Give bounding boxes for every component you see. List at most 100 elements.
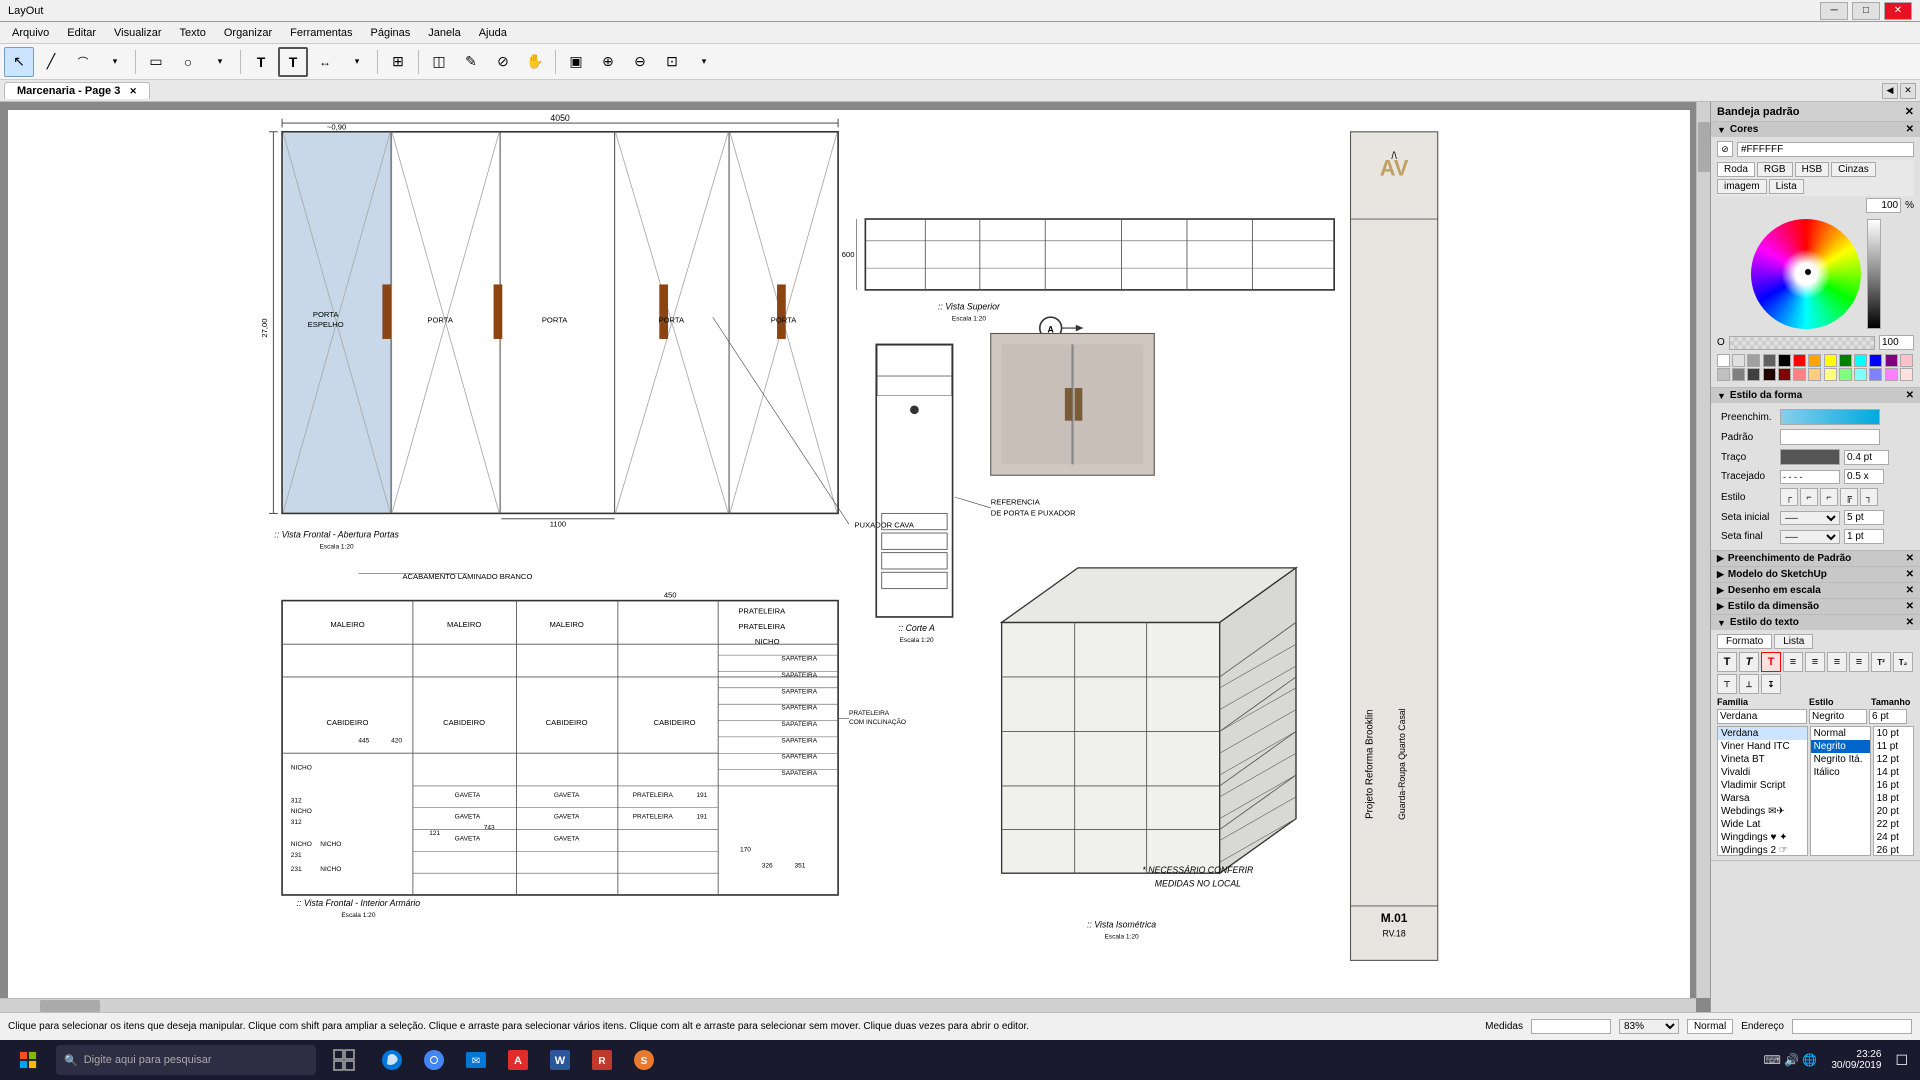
tab-roda[interactable]: Roda (1717, 162, 1755, 177)
taskbar-edge[interactable] (372, 1040, 412, 1080)
toolbar-more[interactable]: ▾ (689, 47, 719, 77)
text-tool[interactable]: T (246, 47, 276, 77)
paint-tool[interactable]: ✎ (456, 47, 486, 77)
rectangle-tool[interactable]: ▭ (141, 47, 171, 77)
style-icon-4[interactable]: ╔ (1840, 488, 1858, 506)
opacity-percentage[interactable] (1866, 198, 1901, 213)
swatch-r3[interactable] (1732, 368, 1745, 381)
preenchimento-padrao-header[interactable]: ▶ Preenchimento de Padrão ✕ (1711, 551, 1920, 566)
swatch-r2[interactable] (1717, 368, 1730, 381)
swatch-red[interactable] (1793, 354, 1806, 367)
font-warsa[interactable]: Warsa (1718, 792, 1807, 805)
size-20[interactable]: 20 pt (1874, 805, 1913, 818)
subscript[interactable]: T₂ (1893, 652, 1913, 672)
bandeja-close[interactable]: ✕ (1905, 105, 1914, 118)
text2-tool[interactable]: T (278, 47, 308, 77)
size-16[interactable]: 16 pt (1874, 779, 1913, 792)
align-justify[interactable]: ≡ (1849, 652, 1869, 672)
arc-dropdown[interactable]: ▾ (100, 47, 130, 77)
swatch-darkgray[interactable] (1763, 354, 1776, 367)
size-11[interactable]: 11 pt (1874, 740, 1913, 753)
font-vineta[interactable]: Vineta BT (1718, 753, 1807, 766)
traco-value[interactable] (1844, 450, 1889, 465)
align-top[interactable]: ⊤ (1717, 674, 1737, 694)
arc-tool[interactable]: ⌒ (68, 47, 98, 77)
swatch-r9[interactable] (1824, 368, 1837, 381)
swatch-lightgray[interactable] (1732, 354, 1745, 367)
size-24[interactable]: 24 pt (1874, 831, 1913, 844)
style-italico[interactable]: Itálico (1811, 766, 1870, 779)
style-negrito-ita[interactable]: Negrito Itá. (1811, 753, 1870, 766)
font-widelat[interactable]: Wide Lat (1718, 818, 1807, 831)
modelo-sketchup-close[interactable]: ✕ (1906, 569, 1914, 580)
swatch-cyan[interactable] (1854, 354, 1867, 367)
seta-inicial-value[interactable] (1844, 510, 1884, 525)
align-center[interactable]: ≡ (1805, 652, 1825, 672)
size-10[interactable]: 10 pt (1874, 727, 1913, 740)
style-normal[interactable]: Normal (1811, 727, 1870, 740)
select-tool[interactable]: ↖ (4, 47, 34, 77)
swatch-orange[interactable] (1808, 354, 1821, 367)
zoom-in-tool[interactable]: ⊕ (593, 47, 623, 77)
swatch-r4[interactable] (1747, 368, 1760, 381)
swatch-white[interactable] (1717, 354, 1730, 367)
maximize-button[interactable]: □ (1852, 2, 1880, 20)
swatch-pink[interactable] (1900, 354, 1913, 367)
font-vivaldi[interactable]: Vivaldi (1718, 766, 1807, 779)
zoom-out-tool[interactable]: ⊖ (625, 47, 655, 77)
style-negrito[interactable]: Negrito (1811, 740, 1870, 753)
font-family-list[interactable]: Verdana Viner Hand ITC Vineta BT Vivaldi… (1717, 726, 1808, 856)
close-button[interactable]: ✕ (1884, 2, 1912, 20)
swatch-r6[interactable] (1778, 368, 1791, 381)
tab-cinzas[interactable]: Cinzas (1831, 162, 1876, 177)
style-icon-1[interactable]: ┌ (1780, 488, 1798, 506)
swatch-purple[interactable] (1885, 354, 1898, 367)
v-scrollbar[interactable] (1696, 102, 1710, 998)
estilo-forma-header[interactable]: ▼ Estilo da forma ✕ (1711, 388, 1920, 403)
font-viner[interactable]: Viner Hand ITC (1718, 740, 1807, 753)
swatch-r10[interactable] (1839, 368, 1852, 381)
menu-ajuda[interactable]: Ajuda (471, 25, 515, 41)
taskbar-chrome[interactable] (414, 1040, 454, 1080)
swatch-r8[interactable] (1808, 368, 1821, 381)
eraser-tool[interactable]: ◫ (424, 47, 454, 77)
preenchimento-color[interactable] (1780, 409, 1880, 425)
table-tool[interactable]: ⊞ (383, 47, 413, 77)
tab-imagem[interactable]: imagem (1717, 179, 1767, 194)
dimension-tool[interactable]: ↔ (310, 47, 340, 77)
italic-button[interactable]: T (1739, 652, 1759, 672)
medidas-input[interactable] (1531, 1019, 1611, 1034)
tab-hsb[interactable]: HSB (1795, 162, 1830, 177)
traco-color[interactable] (1780, 449, 1840, 465)
font-size-list[interactable]: 10 pt 11 pt 12 pt 14 pt 16 pt 18 pt 20 p… (1873, 726, 1914, 856)
h-scrollbar[interactable] (0, 998, 1696, 1012)
canvas-area[interactable]: 4050 ~0,90 27,00 (0, 102, 1710, 1012)
taskbar-sketchup[interactable]: S (624, 1040, 664, 1080)
swatch-r11[interactable] (1854, 368, 1867, 381)
swatch-r14[interactable] (1900, 368, 1913, 381)
tab-close-panel[interactable]: ✕ (1900, 83, 1916, 99)
menu-ferramentas[interactable]: Ferramentas (282, 25, 360, 41)
color-hex-input[interactable] (1737, 142, 1914, 157)
eyedropper-tool[interactable]: ⊘ (488, 47, 518, 77)
align-bottom[interactable]: ↧ (1761, 674, 1781, 694)
estilo-texto-close[interactable]: ✕ (1906, 617, 1914, 628)
eyedropper-icon[interactable]: ⊘ (1717, 141, 1733, 157)
opacity-value[interactable] (1879, 335, 1914, 350)
monitor-tool[interactable]: ▣ (561, 47, 591, 77)
size-22[interactable]: 22 pt (1874, 818, 1913, 831)
superscript[interactable]: T² (1871, 652, 1891, 672)
swatch-yellow[interactable] (1824, 354, 1837, 367)
swatch-black[interactable] (1778, 354, 1791, 367)
style-icon-3[interactable]: ⌐ (1820, 488, 1838, 506)
cores-header[interactable]: ▼ Cores ✕ (1711, 122, 1920, 137)
swatch-r5[interactable] (1763, 368, 1776, 381)
align-middle[interactable]: ⊥ (1739, 674, 1759, 694)
swatch-green[interactable] (1839, 354, 1852, 367)
tracejado-pattern[interactable]: - - - - (1780, 470, 1840, 484)
size-18[interactable]: 18 pt (1874, 792, 1913, 805)
tracejado-value[interactable] (1844, 469, 1884, 484)
font-size-input[interactable] (1869, 709, 1907, 724)
size-14[interactable]: 14 pt (1874, 766, 1913, 779)
line-tool[interactable]: ╱ (36, 47, 66, 77)
